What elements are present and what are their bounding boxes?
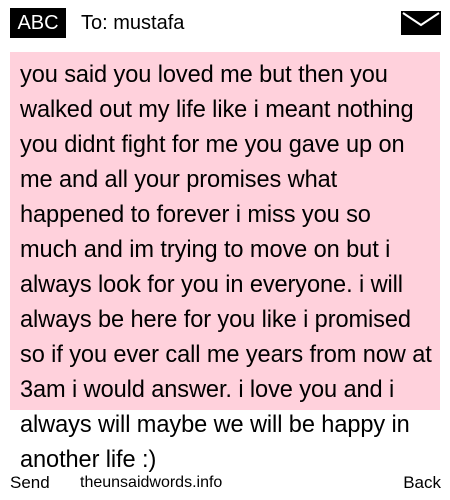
- message-area[interactable]: you said you loved me but then you walke…: [10, 52, 440, 500]
- envelope-icon: [401, 11, 441, 35]
- watermark-text: theunsaidwords.info: [80, 474, 223, 491]
- header-bar: ABC To: mustafa: [0, 0, 450, 44]
- send-button[interactable]: Send: [10, 473, 50, 493]
- message-body[interactable]: you said you loved me but then you walke…: [20, 58, 432, 478]
- recipient-field[interactable]: To: mustafa: [81, 8, 184, 38]
- input-mode-badge[interactable]: ABC: [10, 8, 66, 38]
- back-button[interactable]: Back: [403, 473, 441, 493]
